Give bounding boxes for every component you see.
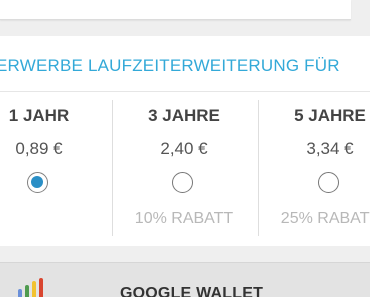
payment-method-label: GOOGLE WALLET: [120, 285, 264, 297]
option-price: 2,40 €: [160, 139, 208, 158]
option-1-year[interactable]: 1 JAHR 0,89 €: [0, 100, 99, 234]
column-divider: [258, 100, 259, 236]
option-period: 5 JAHRE: [294, 106, 366, 125]
payment-method-button[interactable]: GOOGLE WALLET: [0, 262, 370, 297]
top-card: [0, 0, 351, 20]
radio-button-3-years[interactable]: [172, 172, 193, 193]
option-discount: 25% RABATT: [280, 210, 370, 227]
option-5-years[interactable]: 5 JAHRE 3,34 € 25% RABATT: [270, 100, 370, 234]
license-extension-screen: ERWERBE LAUFZEITERWEITERUNG FÜR 1 JAHR 0…: [0, 0, 370, 297]
purchase-card: ERWERBE LAUFZEITERWEITERUNG FÜR 1 JAHR 0…: [0, 36, 370, 246]
option-3-years[interactable]: 3 JAHRE 2,40 € 10% RABATT: [124, 100, 244, 234]
radio-button-1-year[interactable]: [27, 172, 48, 193]
column-divider: [112, 100, 113, 236]
option-period: 1 JAHR: [8, 106, 70, 125]
google-wallet-icon: [18, 278, 43, 297]
radio-button-5-years[interactable]: [318, 172, 339, 193]
option-period: 3 JAHRE: [148, 106, 220, 125]
option-price: 0,89 €: [15, 139, 63, 158]
section-title: ERWERBE LAUFZEITERWEITERUNG FÜR: [0, 56, 340, 75]
option-discount: 10% RABATT: [134, 210, 234, 227]
option-price: 3,34 €: [306, 139, 354, 158]
divider: [0, 91, 370, 92]
